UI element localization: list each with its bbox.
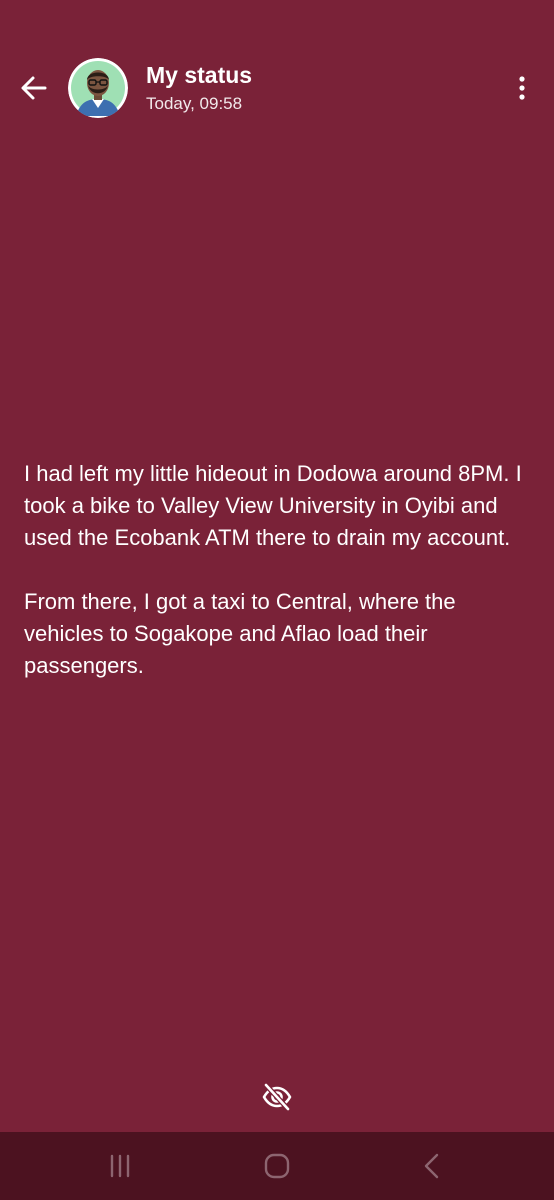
progress-segment (391, 44, 405, 46)
status-body: I had left my little hideout in Dodowa a… (24, 458, 524, 682)
more-options-button[interactable] (506, 68, 538, 108)
status-title: My status (146, 62, 253, 88)
progress-segment (290, 44, 304, 46)
progress-segment (371, 44, 385, 46)
progress-segment (270, 44, 284, 46)
status-viewer: My status Today, 09:58 I had left my lit… (0, 0, 554, 1200)
profile-avatar (68, 58, 128, 118)
progress-segment (26, 44, 40, 46)
progress-segment (209, 44, 223, 46)
home-icon (264, 1153, 290, 1179)
progress-segment (107, 44, 121, 46)
progress-segment (229, 44, 243, 46)
home-button[interactable] (257, 1148, 297, 1184)
progress-segment (472, 44, 486, 46)
eye-off-icon (262, 1082, 292, 1112)
status-paragraph: I had left my little hideout in Dodowa a… (24, 461, 522, 550)
status-timestamp: Today, 09:58 (146, 94, 243, 113)
progress-segment (513, 44, 527, 46)
recents-button[interactable] (100, 1148, 140, 1184)
nav-back-button[interactable] (412, 1148, 452, 1184)
recents-icon (110, 1154, 130, 1178)
status-header: My status Today, 09:58 (0, 56, 554, 120)
progress-segment (493, 44, 507, 46)
back-chevron-icon (424, 1153, 439, 1179)
progress-segment (331, 44, 345, 46)
progress-segment (351, 44, 365, 46)
progress-segment (128, 44, 142, 46)
avatar[interactable] (68, 58, 128, 118)
progress-segment (47, 44, 61, 46)
views-button[interactable] (256, 1076, 298, 1118)
progress-segment (67, 44, 81, 46)
progress-segment (189, 44, 203, 46)
progress-segment (249, 44, 263, 46)
progress-segment (168, 44, 182, 46)
progress-segment (533, 44, 547, 46)
more-vertical-icon (519, 76, 525, 100)
progress-segment (412, 44, 426, 46)
progress-segment (148, 44, 162, 46)
story-progress-bar (6, 44, 548, 46)
system-navigation-bar (0, 1132, 554, 1200)
progress-segment (452, 44, 466, 46)
progress-segment (432, 44, 446, 46)
progress-segment (87, 44, 101, 46)
back-button[interactable] (14, 68, 54, 108)
status-paragraph: From there, I got a taxi to Central, whe… (24, 589, 456, 678)
arrow-left-icon (21, 76, 47, 100)
progress-segment (310, 44, 324, 46)
progress-segment (6, 44, 20, 46)
